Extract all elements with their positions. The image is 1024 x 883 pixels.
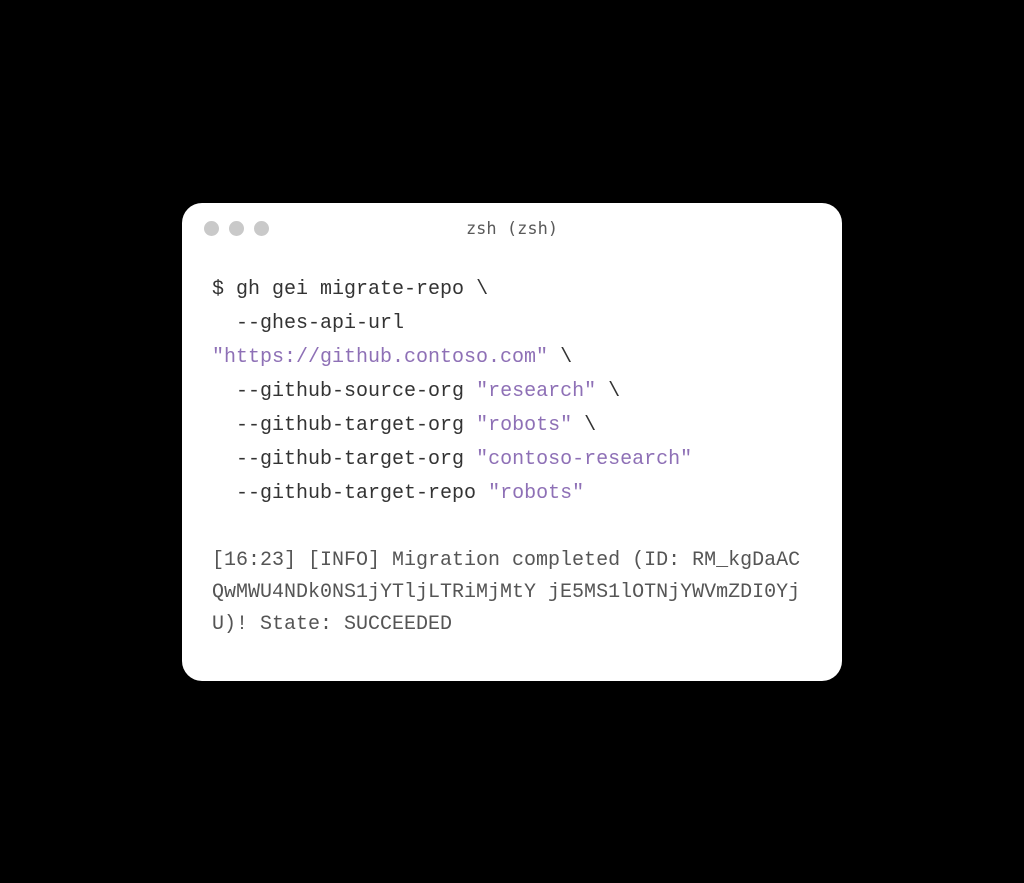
line-continuation: \: [596, 380, 620, 403]
line-continuation: \: [548, 346, 572, 369]
traffic-lights: [204, 221, 269, 236]
terminal-body[interactable]: $ gh gei migrate-repo \ --ghes-api-url "…: [182, 255, 842, 681]
cmd-flag: --github-target-org: [236, 414, 476, 437]
close-icon[interactable]: [204, 221, 219, 236]
cmd-indent: [212, 448, 236, 471]
cmd-flag: --github-target-org: [236, 448, 476, 471]
command-block: $ gh gei migrate-repo \ --ghes-api-url "…: [212, 273, 812, 511]
prompt-symbol: $: [212, 278, 236, 301]
maximize-icon[interactable]: [254, 221, 269, 236]
terminal-window: zsh (zsh) $ gh gei migrate-repo \ --ghes…: [182, 203, 842, 681]
window-titlebar: zsh (zsh): [182, 203, 842, 255]
cmd-flag: --github-target-repo: [236, 482, 488, 505]
command-name: gh gei migrate-repo: [236, 278, 464, 301]
cmd-value: "robots": [476, 414, 572, 437]
output-block: [16:23] [INFO] Migration completed (ID: …: [212, 545, 812, 641]
cmd-indent: [212, 312, 236, 335]
cmd-indent: [212, 380, 236, 403]
cmd-value: "contoso-research": [476, 448, 692, 471]
line-continuation: \: [464, 278, 488, 301]
cmd-value: "research": [476, 380, 596, 403]
cmd-flag: --github-source-org: [236, 380, 476, 403]
cmd-value: "https://github.contoso.com": [212, 346, 548, 369]
window-title: zsh (zsh): [204, 219, 820, 239]
cmd-indent: [212, 414, 236, 437]
cmd-flag: --ghes-api-url: [236, 312, 404, 335]
line-continuation: \: [572, 414, 596, 437]
cmd-value: "robots": [488, 482, 584, 505]
minimize-icon[interactable]: [229, 221, 244, 236]
cmd-indent: [212, 482, 236, 505]
